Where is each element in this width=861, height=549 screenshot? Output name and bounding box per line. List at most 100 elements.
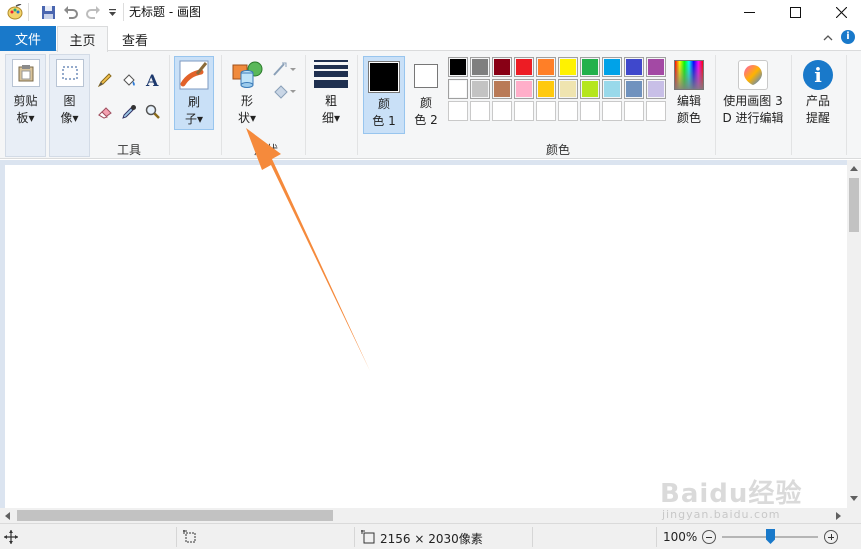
palette-swatch-empty[interactable] xyxy=(470,101,490,121)
palette-swatch[interactable] xyxy=(646,79,666,99)
help-icon[interactable]: i xyxy=(841,30,855,44)
status-separator xyxy=(354,527,355,547)
magnifier-icon[interactable] xyxy=(143,102,163,122)
image-button[interactable]: 图 像▾ xyxy=(49,54,90,157)
palette-swatch[interactable] xyxy=(448,79,468,99)
palette-swatch[interactable] xyxy=(470,57,490,77)
palette-swatch[interactable] xyxy=(624,57,644,77)
shapes-label-2: 状▾ xyxy=(237,111,257,125)
palette-swatch[interactable] xyxy=(646,57,666,77)
paint3d-icon xyxy=(738,60,768,90)
palette-swatch-empty[interactable] xyxy=(646,101,666,121)
svg-text:A: A xyxy=(145,72,159,88)
tab-home[interactable]: 主页 xyxy=(57,26,108,52)
status-separator xyxy=(532,527,533,547)
scroll-left-icon[interactable] xyxy=(4,512,10,520)
undo-icon[interactable] xyxy=(62,3,80,21)
palette-swatch[interactable] xyxy=(558,57,578,77)
color1-button[interactable]: 颜 色 1 xyxy=(363,56,405,134)
palette-swatch-empty[interactable] xyxy=(580,101,600,121)
minimize-button[interactable] xyxy=(729,0,769,24)
brushes-label-1: 刷 xyxy=(187,95,200,109)
close-button[interactable] xyxy=(821,0,861,24)
shapes-button[interactable]: 形 状▾ xyxy=(228,56,266,130)
save-icon[interactable] xyxy=(39,3,57,21)
customize-qa-chevron-icon[interactable] xyxy=(106,3,118,21)
pencil-icon[interactable] xyxy=(95,70,115,90)
qa-separator xyxy=(28,3,29,21)
brushes-button[interactable]: 刷 子▾ xyxy=(174,56,214,130)
image-label-1: 图 xyxy=(63,94,76,108)
palette-swatch[interactable] xyxy=(492,57,512,77)
text-icon[interactable]: A xyxy=(143,70,163,90)
collapse-ribbon-icon[interactable] xyxy=(821,31,835,45)
scroll-down-icon[interactable] xyxy=(850,496,858,502)
status-bar: 2156 × 2030像素 100% xyxy=(0,523,861,549)
palette-swatch-empty[interactable] xyxy=(492,101,512,121)
color-picker-icon[interactable] xyxy=(119,102,139,122)
palette-swatch[interactable] xyxy=(558,79,578,99)
outline-icon[interactable] xyxy=(271,59,297,79)
selection-size-icon xyxy=(183,530,196,543)
palette-swatch[interactable] xyxy=(602,57,622,77)
palette-swatch[interactable] xyxy=(624,79,644,99)
color2-button[interactable]: 颜 色 2 xyxy=(407,56,445,134)
maximize-button[interactable] xyxy=(775,0,815,24)
group-separator xyxy=(357,55,358,155)
zoom-slider-thumb[interactable] xyxy=(766,529,775,544)
paint-app-icon[interactable] xyxy=(6,3,24,21)
edit-colors-button[interactable]: 编辑 颜色 xyxy=(670,56,708,134)
shapes-label-1: 形 xyxy=(240,94,253,108)
palette-swatch[interactable] xyxy=(536,79,556,99)
color1-label-1: 颜 xyxy=(377,97,390,111)
image-size-icon xyxy=(361,530,375,544)
palette-swatch[interactable] xyxy=(514,79,534,99)
palette-swatch-empty[interactable] xyxy=(558,101,578,121)
paint3d-button[interactable]: 使用画图 3 D 进行编辑 xyxy=(720,56,786,134)
clipboard-label-1: 剪贴 xyxy=(13,94,38,108)
size-label-1: 粗 xyxy=(324,94,337,108)
palette-swatch[interactable] xyxy=(536,57,556,77)
brushes-label-2: 子▾ xyxy=(184,112,204,126)
drawing-canvas[interactable] xyxy=(5,165,847,508)
cursor-position-icon xyxy=(4,530,18,544)
fill-icon[interactable] xyxy=(271,81,297,101)
paint3d-label-1: 使用画图 3 xyxy=(723,94,783,108)
line-size-icon xyxy=(314,60,348,88)
info-icon: i xyxy=(803,60,833,90)
zoom-in-icon[interactable] xyxy=(824,530,838,544)
product-alert-label-1: 产品 xyxy=(805,94,830,108)
scroll-up-icon[interactable] xyxy=(850,165,858,171)
palette-swatch[interactable] xyxy=(448,57,468,77)
redo-icon[interactable] xyxy=(84,3,102,21)
clipboard-button[interactable]: 剪贴 板▾ xyxy=(5,54,46,157)
size-button[interactable]: 粗 细▾ xyxy=(310,56,352,130)
palette-swatch-empty[interactable] xyxy=(448,101,468,121)
palette-swatch[interactable] xyxy=(580,57,600,77)
palette-swatch[interactable] xyxy=(514,57,534,77)
watermark-url: jingyan.baidu.com xyxy=(662,508,781,521)
vertical-scrollbar[interactable] xyxy=(847,160,861,508)
palette-swatch[interactable] xyxy=(470,79,490,99)
ribbon-tabs: 文件 主页 查看 i xyxy=(0,24,861,52)
color2-label-2: 色 2 xyxy=(414,113,438,127)
palette-swatch[interactable] xyxy=(602,79,622,99)
fill-bucket-icon[interactable] xyxy=(119,70,139,90)
watermark-brand: Baidu经验 xyxy=(660,479,803,509)
tab-view[interactable]: 查看 xyxy=(110,26,160,52)
scroll-right-icon[interactable] xyxy=(836,512,842,520)
clipboard-label-2: 板▾ xyxy=(16,111,35,125)
zoom-out-icon[interactable] xyxy=(702,530,716,544)
palette-swatch-empty[interactable] xyxy=(624,101,644,121)
horizontal-scroll-thumb[interactable] xyxy=(17,510,333,521)
palette-swatch-empty[interactable] xyxy=(536,101,556,121)
palette-swatch-empty[interactable] xyxy=(514,101,534,121)
eraser-icon[interactable] xyxy=(95,102,115,122)
vertical-scroll-thumb[interactable] xyxy=(849,178,859,232)
palette-swatch-empty[interactable] xyxy=(602,101,622,121)
tab-file[interactable]: 文件 xyxy=(0,26,56,51)
product-alert-button[interactable]: i 产品 提醒 xyxy=(797,56,839,134)
palette-swatch[interactable] xyxy=(580,79,600,99)
palette-swatch[interactable] xyxy=(492,79,512,99)
clipboard-icon xyxy=(11,59,40,87)
